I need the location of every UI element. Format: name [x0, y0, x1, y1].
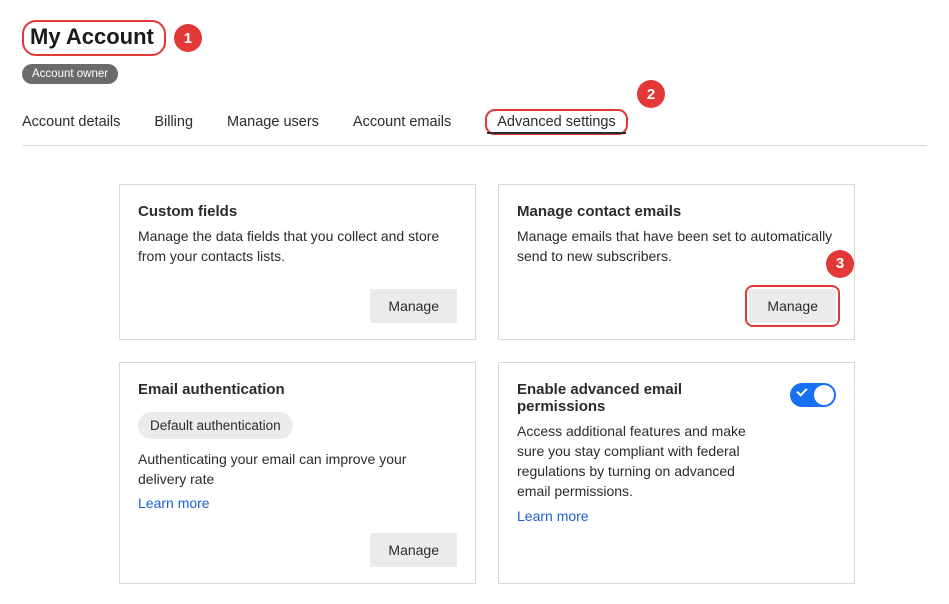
card-advanced-permissions: Enable advanced email permissions Access… — [498, 362, 855, 585]
card-title: Email authentication — [138, 381, 457, 398]
card-title: Enable advanced email permissions — [517, 381, 772, 415]
card-email-authentication: Email authentication Default authenticat… — [119, 362, 476, 585]
tab-manage-users[interactable]: Manage users — [227, 114, 319, 140]
card-desc: Manage the data fields that you collect … — [138, 226, 457, 267]
callout-badge-3: 3 — [826, 250, 854, 278]
card-title: Manage contact emails — [517, 203, 836, 220]
tabs-bar: Account details Billing Manage users Acc… — [22, 114, 927, 146]
auth-status-pill: Default authentication — [138, 412, 293, 439]
card-custom-fields: Custom fields Manage the data fields tha… — [119, 184, 476, 340]
tab-billing[interactable]: Billing — [154, 114, 193, 140]
learn-more-link[interactable]: Learn more — [138, 495, 210, 511]
permissions-toggle[interactable] — [790, 383, 836, 407]
card-desc: Access additional features and make sure… — [517, 421, 772, 502]
check-icon — [796, 385, 807, 396]
card-contact-emails: Manage contact emails Manage emails that… — [498, 184, 855, 340]
card-desc: Authenticating your email can improve yo… — [138, 449, 457, 490]
tab-account-emails[interactable]: Account emails — [353, 114, 451, 140]
manage-custom-fields-button[interactable]: Manage — [370, 289, 457, 323]
page-title: My Account — [22, 20, 166, 56]
toggle-knob — [814, 385, 834, 405]
tab-account-details[interactable]: Account details — [22, 114, 120, 140]
tab-advanced-settings[interactable]: Advanced settings — [485, 109, 628, 135]
callout-badge-2: 2 — [637, 80, 665, 108]
role-badge: Account owner — [22, 64, 118, 84]
callout-badge-1: 1 — [174, 24, 202, 52]
card-title: Custom fields — [138, 203, 457, 220]
manage-contact-emails-button[interactable]: Manage — [749, 289, 836, 323]
manage-email-auth-button[interactable]: Manage — [370, 533, 457, 567]
card-desc: Manage emails that have been set to auto… — [517, 226, 836, 267]
learn-more-link[interactable]: Learn more — [517, 508, 589, 524]
